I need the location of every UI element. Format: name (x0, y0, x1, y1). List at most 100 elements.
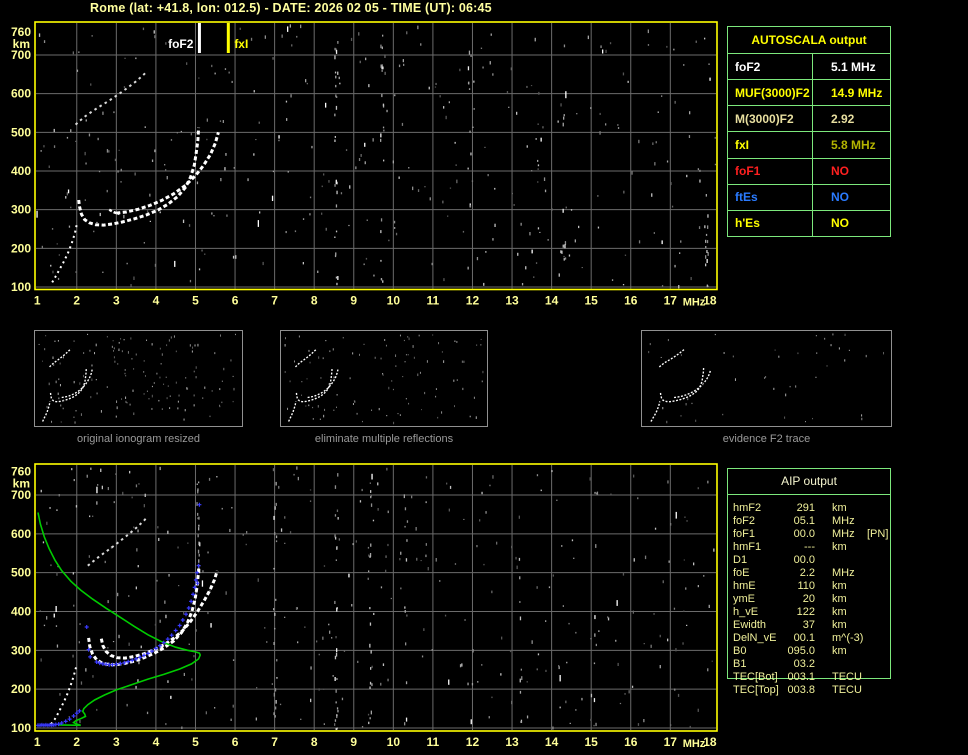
svg-text:12: 12 (466, 735, 480, 749)
svg-text:11: 11 (427, 735, 440, 749)
table-row: ftEs NO (728, 184, 890, 211)
aip-value: 122 (796, 606, 815, 618)
svg-text:300: 300 (11, 643, 31, 657)
thumbnail-eliminate-reflections (280, 330, 488, 427)
svg-text:10: 10 (387, 294, 401, 308)
aip-label: D1 (733, 554, 748, 566)
svg-text:1: 1 (34, 294, 41, 308)
table-row: B0 095.0 km (733, 645, 903, 658)
page-title: Rome (lat: +41.8, lon: 012.5) - DATE: 20… (90, 1, 492, 15)
aip-unit: m^(-3) (832, 632, 864, 644)
aip-value: 37 (802, 619, 815, 631)
aip-unit: km (832, 645, 847, 657)
svg-text:4: 4 (153, 735, 160, 749)
svg-text:15: 15 (585, 735, 599, 749)
aip-value: 03.2 (793, 658, 815, 670)
table-row: hmF2 291 km (733, 502, 903, 515)
table-row: TEC[Top] 003.8 TECU (733, 684, 903, 697)
thumbnail-original-ionogram (34, 330, 243, 427)
aip-label: ymE (733, 593, 755, 605)
aip-unit (832, 554, 867, 567)
svg-text:16: 16 (624, 735, 638, 749)
svg-text:foF2: foF2 (168, 37, 194, 51)
top-ionogram-plot: foF2 fxI760700600500400300200100km1 2 3 4 5 6 7… (11, 21, 718, 309)
aip-unit: km (832, 502, 847, 514)
table-row: h'Es NO (728, 210, 890, 236)
svg-text:13: 13 (505, 735, 519, 749)
svg-text:600: 600 (11, 87, 31, 101)
svg-text:300: 300 (11, 203, 31, 217)
svg-text:17: 17 (664, 294, 678, 308)
svg-text:10: 10 (387, 735, 401, 749)
svg-text:3: 3 (113, 735, 120, 749)
svg-text:600: 600 (11, 527, 31, 541)
table-row: foF2 5.1 MHz (728, 54, 890, 81)
svg-text:17: 17 (664, 735, 678, 749)
svg-text:km: km (13, 37, 30, 51)
parameter-value: NO (831, 190, 849, 205)
aip-value: --- (804, 541, 815, 553)
autoscala-table-body: foF2 5.1 MHz MUF(3000)F2 14.9 MHz M(3000)F2 2… (728, 54, 890, 236)
parameter-label: foF1 (728, 158, 813, 184)
table-row: ymE 20 km (733, 593, 903, 606)
parameter-value: NO (831, 164, 849, 179)
thumbnail-evidence-f2-trace (641, 330, 892, 427)
svg-text:3: 3 (113, 294, 120, 308)
table-row: foF1 NO (728, 158, 890, 185)
aip-unit: km (832, 541, 847, 553)
table-row: fxI 5.8 MHz (728, 132, 890, 159)
aip-unit: MHz (832, 515, 855, 527)
aip-value: 291 (796, 502, 815, 514)
aip-value: 110 (797, 580, 815, 592)
aip-unit: km (832, 606, 847, 618)
table-row: foF2 05.1 MHz (733, 515, 903, 528)
aip-table-header: AIP output (728, 469, 890, 495)
svg-text:9: 9 (350, 735, 357, 749)
aip-unit: km (832, 580, 847, 592)
svg-text:400: 400 (11, 164, 31, 178)
svg-text:15: 15 (585, 294, 599, 308)
aip-value: 00.0 (793, 528, 815, 540)
svg-text:MHz: MHz (683, 738, 706, 750)
svg-text:16: 16 (624, 294, 638, 308)
aip-value: 20 (802, 593, 815, 605)
aip-unit: TECU (832, 671, 862, 683)
autoscala-table-header: AUTOSCALA output (728, 27, 890, 54)
svg-text:9: 9 (350, 294, 357, 308)
table-row: hmF1 --- km (733, 541, 903, 554)
svg-text:400: 400 (11, 605, 31, 619)
svg-text:km: km (13, 477, 30, 491)
table-row: MUF(3000)F2 14.9 MHz (728, 80, 890, 107)
parameter-label: M(3000)F2 (728, 106, 813, 132)
aip-value: 095.0 (787, 645, 815, 657)
parameter-label: ftEs (728, 184, 813, 210)
parameter-label: h'Es (728, 210, 813, 236)
parameter-label: MUF(3000)F2 (728, 80, 813, 106)
aip-label: h_vE (733, 606, 759, 618)
aip-value: 00.0 (793, 554, 815, 566)
parameter-label: foF2 (728, 54, 813, 80)
svg-text:MHz: MHz (683, 297, 706, 309)
aip-value: 00.1 (793, 632, 815, 644)
aip-unit: TECU (832, 684, 862, 696)
aip-unit (832, 658, 867, 671)
aip-label: foF1 (733, 528, 756, 540)
svg-text:200: 200 (11, 241, 31, 255)
aip-value: 003.8 (787, 684, 815, 696)
aip-label: DelN_vE (733, 632, 777, 644)
svg-text:5: 5 (192, 735, 199, 749)
aip-unit: MHz (832, 567, 855, 579)
svg-text:2: 2 (73, 735, 80, 749)
svg-text:13: 13 (505, 294, 519, 308)
aip-label: TEC[Bot] (733, 671, 778, 683)
parameter-label: fxI (728, 132, 813, 158)
aip-label: Ewidth (733, 619, 767, 631)
svg-text:6: 6 (232, 735, 239, 749)
aip-unit: km (832, 593, 847, 605)
svg-text:8: 8 (311, 294, 318, 308)
svg-text:5: 5 (192, 294, 199, 308)
aip-value: 05.1 (793, 515, 815, 527)
thumbnail-caption: eliminate multiple reflections (314, 433, 454, 445)
table-row: h_vE 122 km (733, 606, 903, 619)
parameter-value: 2.92 (831, 111, 855, 126)
